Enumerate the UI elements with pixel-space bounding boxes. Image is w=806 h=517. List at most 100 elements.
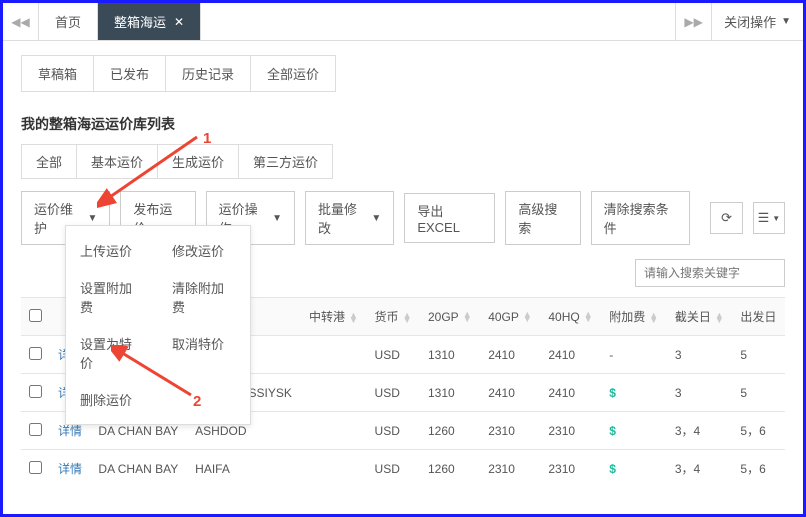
cell-40gp: 2310 (480, 412, 540, 450)
cell-depart: 5，6 (732, 412, 785, 450)
cell-currency: USD (367, 336, 420, 374)
tab-fcl-sea[interactable]: 整箱海运 ✕ (98, 3, 201, 40)
cell-40gp: 2410 (480, 336, 540, 374)
list-icon: ☰ (758, 210, 770, 226)
filter-thirdparty[interactable]: 第三方运价 (239, 144, 333, 179)
nav-next-icon[interactable]: ▶▶ (675, 3, 711, 40)
cell-40gp: 2410 (480, 374, 540, 412)
sort-icon: ▲▼ (584, 312, 593, 322)
advanced-search-button[interactable]: 高级搜索 (505, 191, 580, 245)
close-operations-button[interactable]: 关闭操作 ▼ (711, 3, 803, 40)
cell-40hq: 2410 (540, 336, 601, 374)
dd-item-2-l[interactable]: 设置为特价 (66, 325, 158, 381)
cell-40hq: 2410 (540, 374, 601, 412)
dd-item-3-l[interactable]: 删除运价 (66, 381, 158, 418)
cell-20gp: 1260 (420, 412, 480, 450)
table-row: 详情DA CHAN BAYHAIFAUSD126023102310$3，45，6 (21, 450, 785, 488)
subtab-draft[interactable]: 草稿箱 (22, 56, 94, 91)
list-view-button[interactable]: ☰▼ (753, 202, 785, 234)
close-ops-label: 关闭操作 (724, 12, 776, 31)
tab-home[interactable]: 首页 (39, 3, 98, 40)
header-40gp[interactable]: 40GP▲▼ (480, 298, 540, 336)
filter-row: 全部 基本运价 生成运价 第三方运价 (21, 144, 785, 179)
dd-item-1-r[interactable]: 清除附加费 (158, 269, 250, 325)
batch-edit-button[interactable]: 批量修改 ▼ (305, 191, 394, 245)
dd-item-0-r[interactable]: 修改运价 (158, 232, 250, 269)
header-checkbox[interactable] (21, 298, 50, 336)
filter-generated[interactable]: 生成运价 (158, 144, 239, 179)
header-cutoff[interactable]: 截关日▲▼ (667, 298, 733, 336)
row-checkbox[interactable] (29, 385, 42, 398)
cell-40hq: 2310 (540, 412, 601, 450)
subtab-published[interactable]: 已发布 (94, 56, 166, 91)
filter-all[interactable]: 全部 (21, 144, 77, 179)
dd-item-0-l[interactable]: 上传运价 (66, 232, 158, 269)
cell-cutoff: 3，4 (667, 450, 733, 488)
tab-close-icon[interactable]: ✕ (174, 15, 184, 29)
detail-link[interactable]: 详情 (58, 424, 82, 438)
cell-surcharge: $ (601, 374, 667, 412)
rate-maintain-dropdown: 上传运价修改运价设置附加费清除附加费设置为特价取消特价删除运价 (65, 225, 251, 425)
sort-icon: ▲▼ (523, 312, 532, 322)
subtab-history[interactable]: 历史记录 (166, 56, 251, 91)
subtab-all[interactable]: 全部运价 (251, 56, 335, 91)
filter-basic[interactable]: 基本运价 (77, 144, 158, 179)
dd-item-1-l[interactable]: 设置附加费 (66, 269, 158, 325)
cell-depart: 5 (732, 374, 785, 412)
cell-transit (301, 336, 367, 374)
tab-home-label: 首页 (55, 12, 81, 31)
cell-cutoff: 3，4 (667, 412, 733, 450)
header-depart[interactable]: 出发日 (732, 298, 785, 336)
cell-dest: HAIFA (187, 450, 301, 488)
cell-surcharge: - (601, 336, 667, 374)
header-currency[interactable]: 货币▲▼ (367, 298, 420, 336)
cell-40hq: 2310 (540, 450, 601, 488)
detail-link[interactable]: 详情 (58, 462, 82, 476)
header-transit[interactable]: 中转港▲▼ (301, 298, 367, 336)
top-tab-bar: ◀◀ 首页 整箱海运 ✕ ▶▶ 关闭操作 ▼ (3, 3, 803, 41)
tab-fcl-label: 整箱海运 (114, 12, 166, 31)
cell-currency: USD (367, 450, 420, 488)
cell-surcharge: $ (601, 450, 667, 488)
cell-depart: 5，6 (732, 450, 785, 488)
cell-origin: DA CHAN BAY (90, 450, 187, 488)
export-excel-button[interactable]: 导出EXCEL (404, 193, 495, 243)
nav-prev-icon[interactable]: ◀◀ (3, 3, 39, 40)
cell-20gp: 1310 (420, 374, 480, 412)
cell-transit (301, 450, 367, 488)
chevron-down-icon: ▼ (272, 213, 282, 224)
sort-icon: ▲▼ (649, 313, 658, 323)
sort-icon: ▲▼ (403, 313, 412, 323)
cell-currency: USD (367, 374, 420, 412)
chevron-down-icon: ▼ (781, 16, 791, 27)
cell-cutoff: 3 (667, 374, 733, 412)
search-input[interactable] (635, 259, 785, 287)
cell-transit (301, 412, 367, 450)
annotation-label-1: 1 (203, 130, 211, 147)
refresh-icon: ⟳ (721, 210, 732, 226)
chevron-down-icon: ▼ (772, 214, 780, 223)
cell-40gp: 2310 (480, 450, 540, 488)
chevron-down-icon: ▼ (371, 213, 381, 224)
row-checkbox[interactable] (29, 347, 42, 360)
section-title: 我的整箱海运运价库列表 (21, 114, 785, 134)
cell-20gp: 1260 (420, 450, 480, 488)
header-surcharge[interactable]: 附加费▲▼ (601, 298, 667, 336)
row-checkbox[interactable] (29, 461, 42, 474)
header-40hq[interactable]: 40HQ▲▼ (540, 298, 601, 336)
header-20gp[interactable]: 20GP▲▼ (420, 298, 480, 336)
clear-search-button[interactable]: 清除搜索条件 (591, 191, 691, 245)
sub-tab-bar: 草稿箱 已发布 历史记录 全部运价 (21, 55, 336, 92)
cell-cutoff: 3 (667, 336, 733, 374)
cell-transit (301, 374, 367, 412)
refresh-button[interactable]: ⟳ (710, 202, 742, 234)
cell-20gp: 1310 (420, 336, 480, 374)
cell-currency: USD (367, 412, 420, 450)
row-checkbox[interactable] (29, 423, 42, 436)
dd-item-2-r[interactable]: 取消特价 (158, 325, 250, 381)
sort-icon: ▲▼ (715, 313, 724, 323)
annotation-label-2: 2 (193, 393, 201, 410)
sort-icon: ▲▼ (349, 313, 358, 323)
batch-edit-label: 批量修改 (318, 199, 366, 237)
cell-surcharge: $ (601, 412, 667, 450)
